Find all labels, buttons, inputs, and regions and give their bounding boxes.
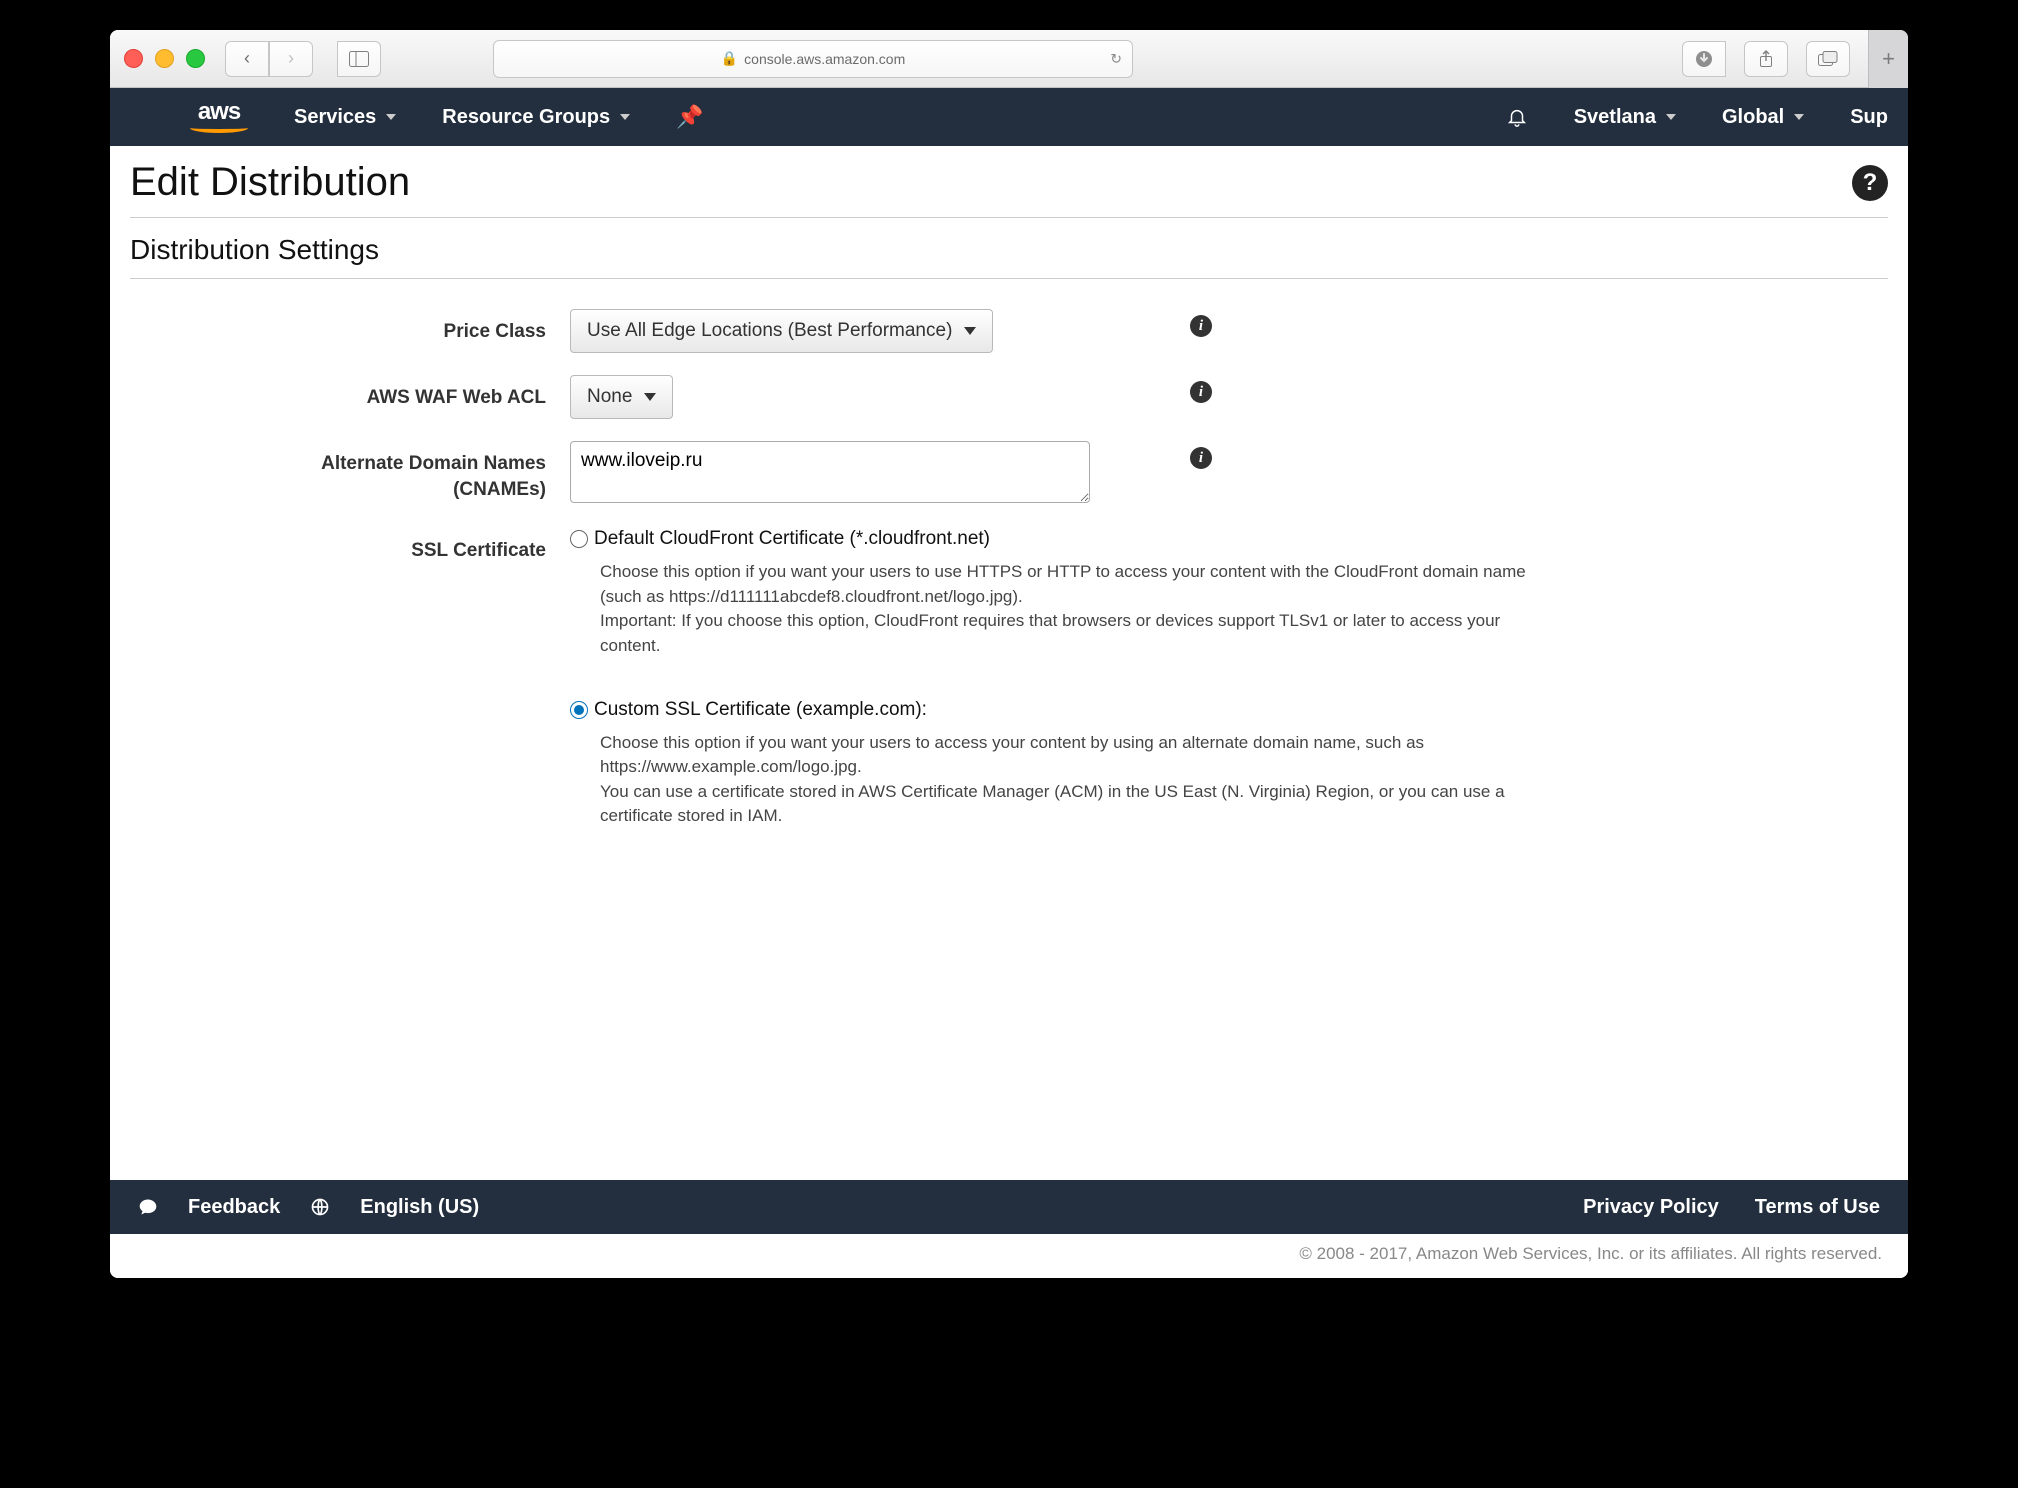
price-class-value: Use All Edge Locations (Best Performance…	[587, 320, 952, 342]
address-bar[interactable]: 🔒 console.aws.amazon.com ↻	[493, 40, 1133, 78]
page-title: Edit Distribution	[130, 160, 410, 205]
window-close-button[interactable]	[124, 49, 143, 68]
lock-icon: 🔒	[721, 50, 738, 67]
nav-user-label: Svetlana	[1574, 106, 1656, 129]
aws-footer: Feedback English (US) Privacy Policy Ter…	[110, 1180, 1908, 1234]
info-icon[interactable]: i	[1190, 315, 1212, 337]
aws-top-nav: aws Services Resource Groups 📌 Svetlana …	[110, 88, 1908, 146]
ssl-custom-radio[interactable]	[570, 701, 588, 719]
nav-region[interactable]: Global	[1722, 106, 1804, 129]
downloads-button[interactable]	[1682, 41, 1726, 77]
nav-resource-groups[interactable]: Resource Groups	[442, 106, 630, 129]
feedback-link[interactable]: Feedback	[188, 1196, 280, 1219]
chevron-down-icon	[964, 327, 976, 335]
waf-label: AWS WAF Web ACL	[130, 375, 570, 411]
aws-logo[interactable]: aws	[190, 101, 248, 133]
privacy-link[interactable]: Privacy Policy	[1583, 1196, 1719, 1219]
nav-services[interactable]: Services	[294, 106, 396, 129]
terms-link[interactable]: Terms of Use	[1755, 1196, 1880, 1219]
copyright-text: © 2008 - 2017, Amazon Web Services, Inc.…	[110, 1234, 1908, 1278]
waf-value: None	[587, 386, 632, 408]
window-zoom-button[interactable]	[186, 49, 205, 68]
new-tab-button[interactable]: +	[1868, 30, 1908, 88]
cnames-label: Alternate Domain Names (CNAMEs)	[130, 441, 570, 502]
chevron-down-icon	[644, 393, 656, 401]
ssl-default-radio[interactable]	[570, 530, 588, 548]
url-text: console.aws.amazon.com	[744, 51, 905, 67]
nav-forward-button[interactable]: ›	[269, 41, 313, 77]
ssl-default-description: Choose this option if you want your user…	[570, 550, 1530, 663]
cnames-input[interactable]	[570, 441, 1090, 503]
ssl-default-option-label: Default CloudFront Certificate (*.cloudf…	[594, 528, 990, 550]
tabs-button[interactable]	[1806, 41, 1850, 77]
nav-alerts-icon[interactable]	[1506, 106, 1528, 128]
browser-titlebar: ‹ › 🔒 console.aws.amazon.com ↻ +	[110, 30, 1908, 88]
waf-select[interactable]: None	[570, 375, 673, 419]
nav-pin-icon[interactable]: 📌	[676, 104, 703, 130]
share-button[interactable]	[1744, 41, 1788, 77]
window-minimize-button[interactable]	[155, 49, 174, 68]
nav-resource-groups-label: Resource Groups	[442, 106, 610, 129]
section-title: Distribution Settings	[130, 234, 1888, 272]
nav-back-button[interactable]: ‹	[225, 41, 269, 77]
nav-user[interactable]: Svetlana	[1574, 106, 1676, 129]
nav-region-label: Global	[1722, 106, 1784, 129]
feedback-icon	[138, 1197, 158, 1217]
price-class-select[interactable]: Use All Edge Locations (Best Performance…	[570, 309, 993, 353]
price-class-label: Price Class	[130, 309, 570, 345]
ssl-label: SSL Certificate	[130, 528, 570, 564]
reload-icon[interactable]: ↻	[1110, 50, 1122, 67]
ssl-custom-option-label: Custom SSL Certificate (example.com):	[594, 699, 927, 721]
info-icon[interactable]: i	[1190, 381, 1212, 403]
nav-services-label: Services	[294, 106, 376, 129]
help-icon[interactable]: ?	[1852, 165, 1888, 201]
language-link[interactable]: English (US)	[360, 1196, 479, 1219]
sidebar-button[interactable]	[337, 41, 381, 77]
nav-support[interactable]: Sup	[1850, 106, 1888, 129]
globe-icon	[310, 1197, 330, 1217]
ssl-custom-description: Choose this option if you want your user…	[570, 721, 1530, 834]
nav-support-label: Sup	[1850, 106, 1888, 129]
info-icon[interactable]: i	[1190, 447, 1212, 469]
